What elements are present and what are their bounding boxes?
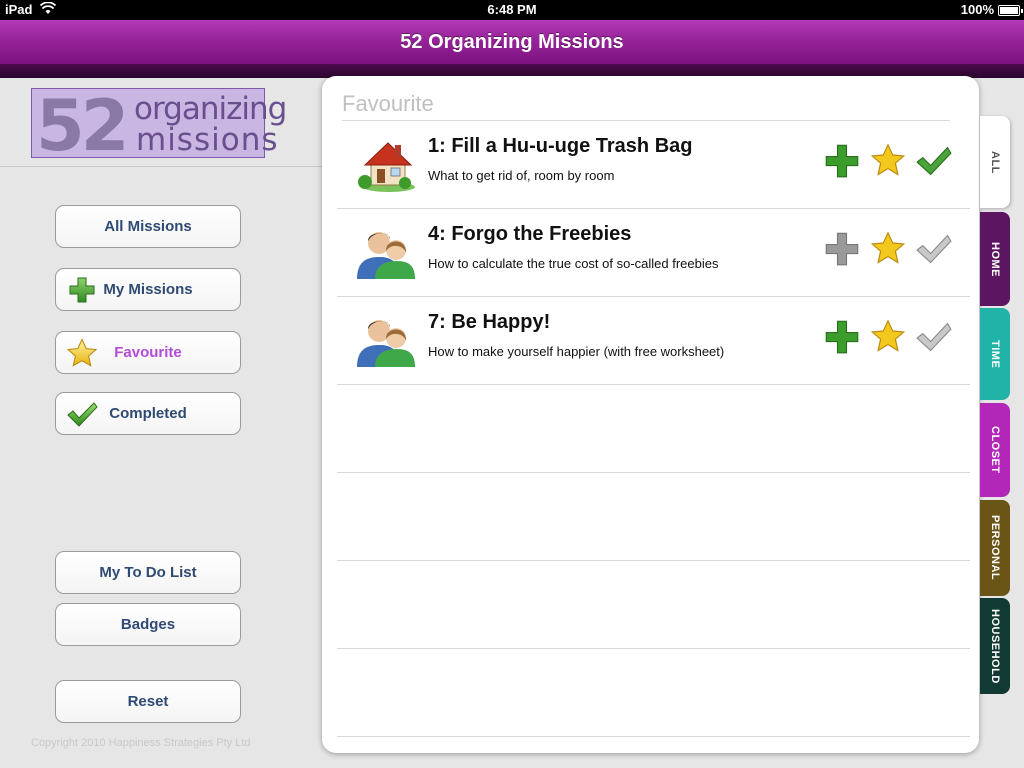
reset-button[interactable]: Reset	[55, 680, 241, 723]
mission-row[interactable]: 7: Be Happy! How to make yourself happie…	[337, 297, 970, 385]
logo-word-missions: missions	[136, 122, 279, 158]
clock: 6:48 PM	[487, 2, 537, 17]
todo-list-button[interactable]: My To Do List	[55, 551, 241, 594]
add-icon[interactable]	[824, 319, 860, 355]
reset-label: Reset	[127, 693, 169, 710]
plus-icon	[69, 277, 95, 303]
tab-personal-label: PERSONAL	[989, 515, 1001, 581]
list-heading: Favourite	[342, 91, 434, 116]
badges-button[interactable]: Badges	[55, 603, 241, 646]
tab-household-label: HOUSEHOLD	[989, 608, 1001, 684]
complete-check-icon[interactable]	[916, 231, 952, 267]
mission-title: 7: Be Happy!	[428, 311, 551, 333]
complete-check-icon[interactable]	[916, 143, 952, 179]
sidebar-divider	[0, 166, 322, 167]
favourite-label: Favourite	[114, 344, 182, 361]
tab-time-label: TIME	[989, 339, 1001, 369]
tab-home[interactable]: HOME	[980, 212, 1010, 306]
tab-home-label: HOME	[989, 241, 1001, 277]
add-icon[interactable]	[824, 231, 860, 267]
mission-subtitle: How to make yourself happier (with free …	[428, 344, 725, 359]
all-missions-label: All Missions	[104, 218, 192, 235]
mission-row[interactable]: 4: Forgo the Freebies How to calculate t…	[337, 209, 970, 297]
mission-subtitle: How to calculate the true cost of so-cal…	[428, 256, 719, 271]
app-title: 52 Organizing Missions	[400, 31, 624, 53]
favourite-star-icon[interactable]	[870, 143, 906, 179]
tab-time[interactable]: TIME	[980, 308, 1010, 400]
tab-household[interactable]: HOUSEHOLD	[980, 598, 1010, 694]
logo-number: 52	[36, 85, 129, 167]
tab-closet[interactable]: CLOSET	[980, 403, 1010, 497]
status-bar: iPad 6:48 PM 100%	[0, 0, 1024, 20]
house-icon	[358, 142, 415, 192]
mission-subtitle: What to get rid of, room by room	[428, 168, 615, 183]
app-logo: 52 organizing missions	[31, 85, 287, 167]
completed-label: Completed	[109, 405, 187, 422]
mission-title: 1: Fill a Hu-u-uge Trash Bag	[428, 135, 693, 157]
add-icon[interactable]	[824, 143, 860, 179]
tab-all-label: ALL	[989, 150, 1001, 174]
mission-list-panel: Favourite 1: Fill a Hu-u-uge Trash Bag W…	[322, 76, 979, 753]
battery-icon	[998, 5, 1023, 16]
people-icon	[357, 232, 415, 279]
favourite-star-icon[interactable]	[870, 231, 906, 267]
badges-label: Badges	[120, 616, 176, 633]
complete-check-icon[interactable]	[916, 319, 952, 355]
title-bar: 52 Organizing Missions	[0, 20, 1024, 64]
all-missions-button[interactable]: All Missions	[55, 205, 241, 248]
mission-row[interactable]: 1: Fill a Hu-u-uge Trash Bag What to get…	[337, 121, 970, 209]
tab-personal[interactable]: PERSONAL	[980, 500, 1010, 596]
copyright-text: Copyright 2010 Happiness Strategies Pty …	[31, 737, 251, 749]
empty-row	[337, 649, 970, 737]
todo-list-label: My To Do List	[99, 564, 197, 581]
mission-title: 4: Forgo the Freebies	[428, 223, 632, 245]
people-icon	[357, 320, 415, 367]
checkmark-icon	[67, 402, 98, 427]
completed-button[interactable]: Completed	[55, 392, 241, 435]
my-missions-label: My Missions	[103, 281, 193, 298]
empty-row	[337, 473, 970, 561]
tab-closet-label: CLOSET	[989, 426, 1001, 474]
my-missions-button[interactable]: My Missions	[55, 268, 241, 311]
favourite-star-icon[interactable]	[870, 319, 906, 355]
favourite-button[interactable]: Favourite	[55, 331, 241, 374]
tab-all[interactable]: ALL	[980, 116, 1010, 208]
battery-percent: 100%	[960, 2, 994, 17]
star-icon	[66, 338, 98, 367]
empty-row	[337, 385, 970, 473]
empty-row	[337, 561, 970, 649]
